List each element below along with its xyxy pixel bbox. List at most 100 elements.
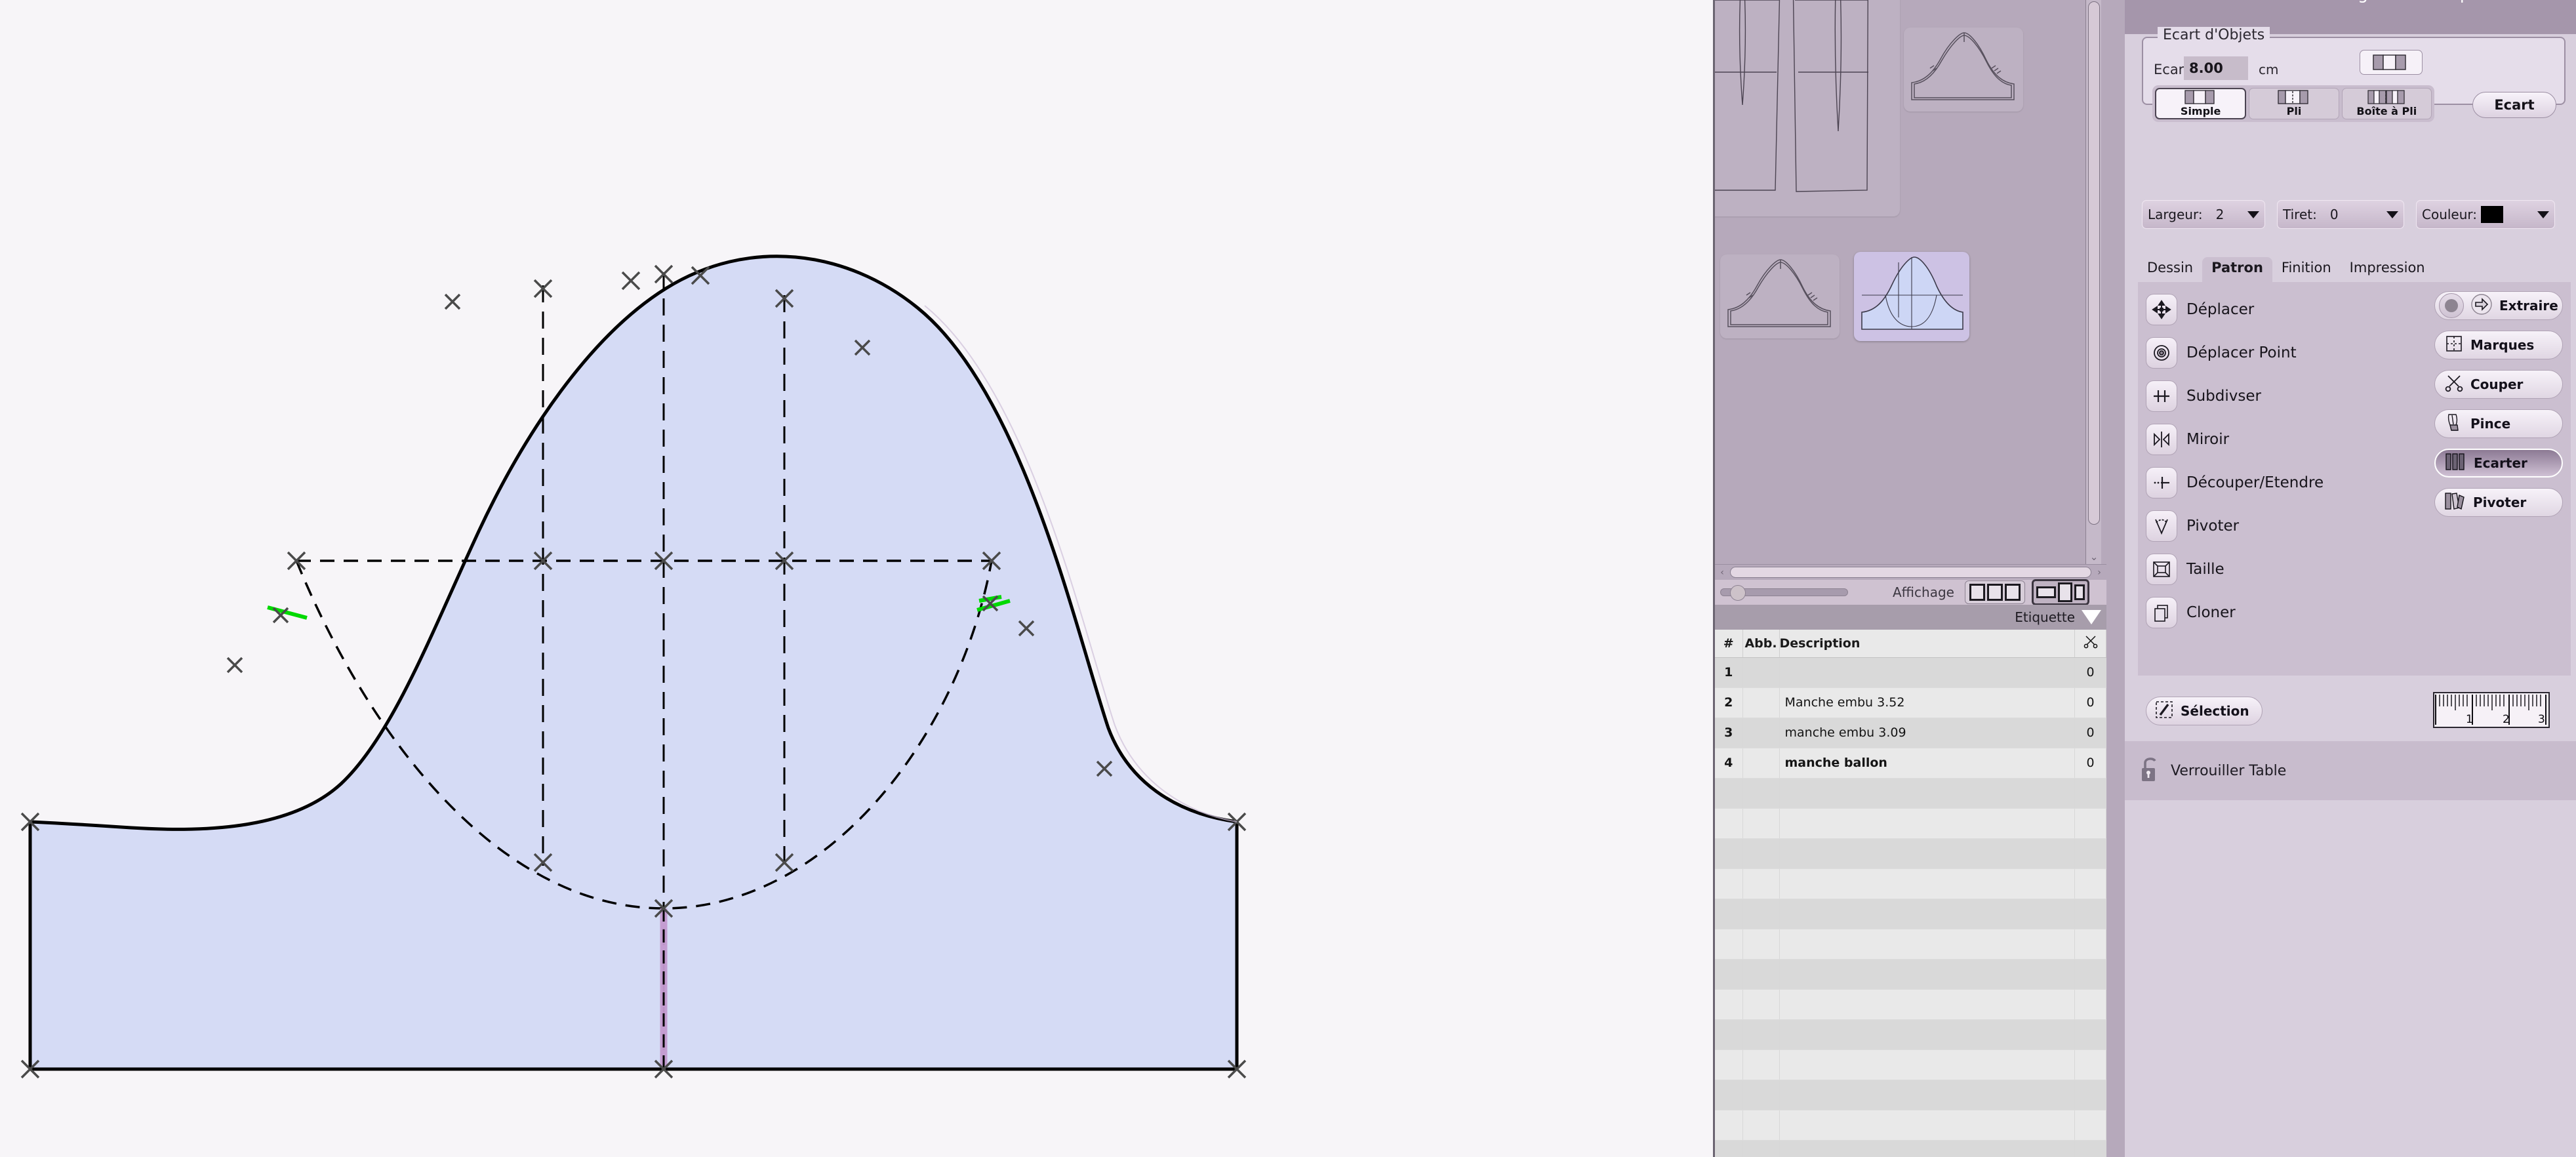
ruler-icon[interactable]: 1 2 3 [2433,692,2550,728]
tool-subdivser[interactable]: Subdivser [2146,380,2261,412]
cell-number [1715,959,1743,990]
gallery-vertical-scrollbar[interactable]: ⌄ [2085,0,2101,564]
ecart-unit-label: cm [2259,62,2279,77]
column-header-abbreviation[interactable]: Abb. [1742,630,1780,658]
chevron-left-icon[interactable]: ‹ [1717,567,1727,578]
table-row[interactable]: 4 manche ballon 0 [1715,748,2106,779]
table-row[interactable] [1715,899,2106,929]
unlock-icon[interactable] [2139,755,2162,786]
parts-table[interactable]: # Abb. Description 1 0 2 Manche embu 3.52 0 3… [1715,630,2106,1157]
scissors-icon [2444,373,2464,396]
tool-deplacer-point[interactable]: Déplacer Point [2146,337,2297,369]
move-arrows-icon [2146,294,2177,325]
column-header-number[interactable]: # [1715,630,1743,658]
ecart-apply-button[interactable]: Ecart [2472,92,2556,118]
ecart-input[interactable]: 8.00 [2184,56,2248,80]
thumbnail-sleeve-cap-b[interactable] [1720,254,1840,338]
action-couper[interactable]: Couper [2434,370,2563,399]
action-pince[interactable]: Pince [2434,409,2563,438]
cell-cut-count: 0 [2074,718,2106,748]
table-row[interactable] [1715,868,2106,899]
view-mode-grid-button[interactable] [1964,580,2025,604]
pleat-mode-boite-button[interactable]: Boîte à Pli [2341,88,2432,119]
tiret-dropdown[interactable]: Tiret: 0 [2277,200,2404,229]
zoom-slider[interactable] [1720,585,1848,601]
column-header-cut[interactable] [2074,630,2106,658]
tab-dessin[interactable]: Dessin [2138,257,2202,282]
rotate-icon [2146,510,2177,542]
zoom-slider-knob[interactable] [1730,585,1746,601]
color-swatch[interactable] [2481,206,2504,223]
table-row[interactable] [1715,808,2106,839]
cell-number: 4 [1715,748,1743,779]
gallery-horizontal-scrollbar[interactable]: ‹ › [1715,564,2106,580]
cell-description [1779,1110,2075,1141]
table-row[interactable] [1715,1019,2106,1050]
chevron-down-icon[interactable] [2386,211,2398,218]
verrouiller-table-row[interactable]: Verrouiller Table [2125,741,2576,800]
table-sort-bar[interactable]: Etiquette [1715,605,2106,630]
table-row[interactable]: 3 manche embu 3.09 0 [1715,718,2106,748]
extract-arrow-icon [2470,293,2493,319]
table-row[interactable] [1715,929,2106,960]
table-row[interactable] [1715,1080,2106,1110]
table-row[interactable] [1715,989,2106,1020]
cell-abbreviation [1742,1049,1780,1080]
action-ecarter[interactable]: Ecarter [2434,449,2563,477]
cell-cut-count [2074,868,2106,899]
pattern-canvas[interactable] [0,0,1713,1157]
tool-decouper-etendre[interactable]: Découper/Etendre [2146,467,2324,498]
couleur-dropdown[interactable]: Couleur: [2416,200,2555,229]
ruler-tick-1: 1 [2466,713,2473,726]
tool-deplacer[interactable]: Déplacer [2146,294,2254,325]
column-header-description[interactable]: Description [1779,630,2075,658]
tool-taille[interactable]: Taille [2146,554,2224,585]
pleat-mode-pli-button[interactable]: Pli [2249,88,2339,119]
table-row[interactable]: 10 [1715,657,2106,688]
simple-pleat-icon [2184,90,2215,104]
thumbnail-bodice-pieces[interactable] [1715,0,1900,216]
chevron-down-icon[interactable] [2247,211,2259,218]
cell-description [1779,1019,2075,1050]
table-row[interactable] [1715,778,2106,809]
table-row[interactable] [1715,1049,2106,1080]
scrollbar-thumb[interactable] [2088,1,2100,525]
table-row[interactable]: 2 Manche embu 3.52 0 [1715,687,2106,718]
tab-finition[interactable]: Finition [2272,257,2341,282]
tool-cloner[interactable]: Cloner [2146,597,2236,628]
thumbnail-balloon-sleeve[interactable] [1854,252,1969,341]
pleat-mode-group: Simple Pli Boîte à Pli [2152,85,2434,122]
cell-description [1779,868,2075,899]
tab-impression[interactable]: Impression [2341,257,2434,282]
tool-pivoter[interactable]: Pivoter [2146,510,2239,542]
tab-patron[interactable]: Patron [2202,257,2272,282]
spread-preview-button[interactable] [2360,50,2423,75]
pleat-mode-simple-button[interactable]: Simple [2155,88,2247,119]
chevron-down-icon[interactable] [2537,211,2549,218]
thumbnail-sleeve-cap-a[interactable] [1904,28,2023,112]
action-extraire[interactable]: Extraire [2434,291,2563,320]
scrollbar-thumb[interactable] [1730,567,2091,578]
action-marques[interactable]: Marques [2434,331,2563,359]
table-row[interactable] [1715,838,2106,869]
tool-label: Déplacer Point [2186,344,2297,361]
largeur-value: 2 [2215,207,2224,222]
table-row[interactable] [1715,1110,2106,1141]
tool-miroir[interactable]: Miroir [2146,424,2229,455]
view-mode-split-button[interactable] [2031,579,2089,605]
cell-description [1779,989,2075,1020]
table-row[interactable] [1715,1140,2106,1157]
tiret-label: Tiret: [2283,207,2317,222]
largeur-dropdown[interactable]: Largeur: 2 [2142,200,2265,229]
toggle-radio-icon[interactable] [2439,293,2464,318]
thumbnail-gallery[interactable]: ⌄ [1715,0,2106,572]
chevron-right-icon[interactable]: › [2094,567,2104,578]
clone-icon [2146,597,2177,628]
action-pivoter[interactable]: Pivoter [2434,488,2563,517]
cell-number [1715,838,1743,869]
selection-button[interactable]: Sélection [2146,697,2263,725]
chevron-down-icon[interactable] [2082,610,2101,624]
table-row[interactable] [1715,959,2106,990]
tool-label: Cloner [2186,604,2236,621]
chevron-down-icon[interactable]: ⌄ [2088,551,2100,563]
